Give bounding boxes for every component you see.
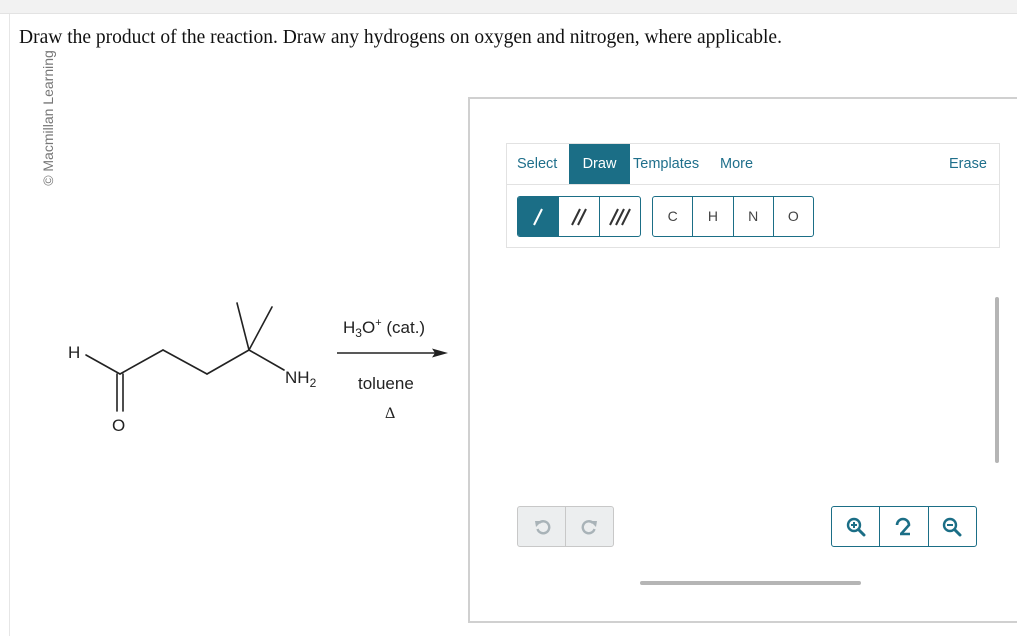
- zoom-reset-icon: [895, 517, 911, 535]
- bond-c4-me2: [248, 306, 273, 351]
- history-group: [517, 506, 614, 547]
- triple-bond-icon: [609, 208, 631, 225]
- atom-tool-group: C H N O: [652, 196, 814, 237]
- bond-c4-n: [248, 349, 285, 371]
- zoom-out-icon: [943, 517, 962, 536]
- undo-button[interactable]: [518, 507, 566, 546]
- bond-tool-group: [517, 196, 641, 237]
- zoom-in-icon: [846, 517, 866, 536]
- bond-c2-c3: [162, 349, 208, 375]
- reagent-solvent: toluene: [358, 374, 414, 393]
- horizontal-scrollbar[interactable]: [640, 581, 861, 585]
- reagent-heat: Δ: [385, 405, 395, 422]
- bond-c1-c2: [119, 349, 164, 375]
- zoom-out-button[interactable]: [929, 507, 976, 546]
- tab-more[interactable]: More: [720, 144, 753, 184]
- single-bond-button[interactable]: [518, 197, 559, 236]
- tab-select[interactable]: Select: [517, 144, 557, 184]
- tab-templates[interactable]: Templates: [633, 144, 699, 184]
- atom-o: O: [112, 416, 125, 435]
- atom-h: H: [68, 343, 80, 362]
- vertical-scrollbar[interactable]: [995, 297, 999, 463]
- bond-c3-c4: [206, 349, 250, 375]
- double-bond-icon: [571, 208, 587, 225]
- zoom-reset-button[interactable]: [880, 507, 929, 546]
- zoom-group: [831, 506, 977, 547]
- reaction-scheme: H O NH2 H3O+ (cat.) toluene Δ: [68, 302, 448, 435]
- bond-h-c1: [85, 354, 121, 375]
- atom-o-button[interactable]: O: [774, 197, 813, 236]
- atom-n-button[interactable]: N: [734, 197, 774, 236]
- atom-c-button[interactable]: C: [653, 197, 694, 236]
- atom-h-button[interactable]: H: [693, 197, 734, 236]
- single-bond-icon: [533, 208, 543, 225]
- erase-button[interactable]: Erase: [949, 144, 987, 184]
- zoom-in-button[interactable]: [832, 507, 881, 546]
- editor-toolbar: Select Draw Templates More Erase: [506, 143, 1000, 185]
- triple-bond-button[interactable]: [600, 197, 640, 236]
- undo-icon: [534, 519, 550, 534]
- redo-icon: [581, 519, 597, 534]
- redo-button[interactable]: [566, 507, 613, 546]
- double-bond-button[interactable]: [559, 197, 600, 236]
- reagent-catalyst: H3O+ (cat.): [343, 317, 425, 340]
- tab-draw[interactable]: Draw: [569, 144, 630, 184]
- atom-nh2: NH2: [285, 368, 317, 390]
- bond-c4-me1: [236, 302, 250, 351]
